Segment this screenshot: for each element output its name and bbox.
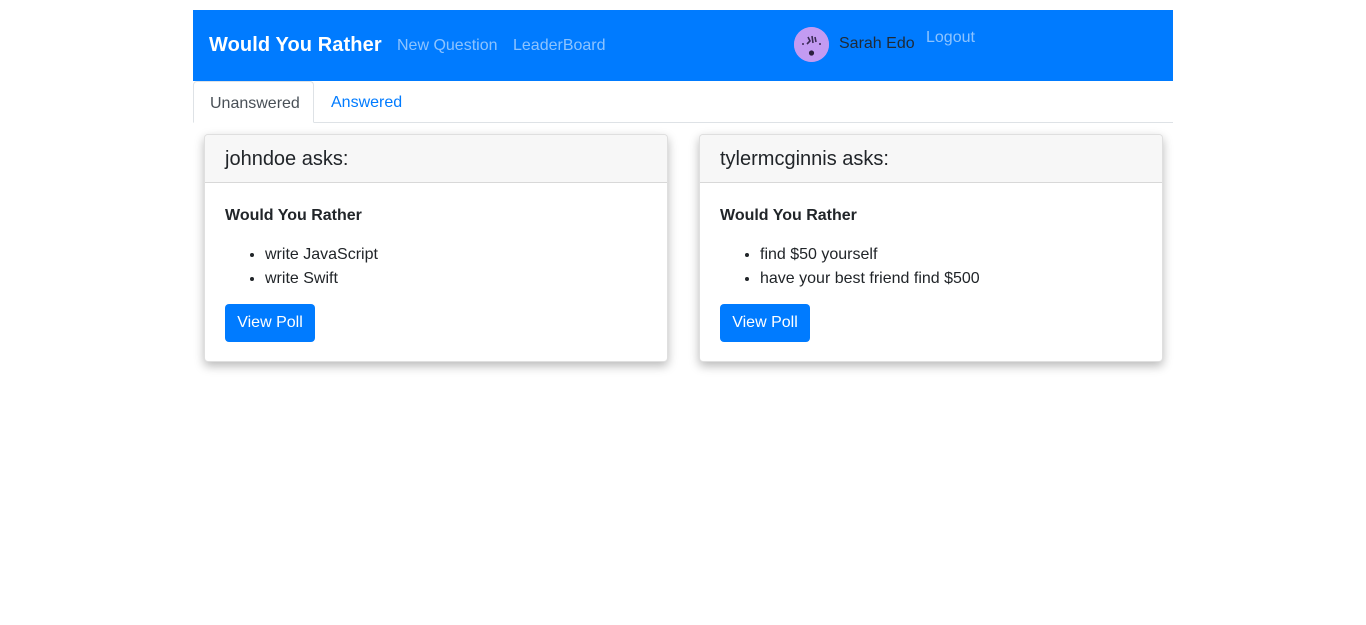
user-name: Sarah Edo: [839, 35, 915, 52]
question-author-header: tylermcginnis asks:: [700, 135, 1162, 183]
option-item: write JavaScript: [265, 243, 647, 267]
question-title: Would You Rather: [720, 207, 857, 224]
avatar-icon: [794, 27, 829, 62]
user-avatar: [794, 27, 829, 62]
question-body: Would You Rather write JavaScript write …: [205, 207, 667, 291]
option-item: find $50 yourself: [760, 243, 1142, 267]
top-navbar: Would You Rather New Question LeaderBoar…: [193, 10, 1173, 81]
question-title: Would You Rather: [225, 207, 362, 224]
app-container: Would You Rather New Question LeaderBoar…: [193, 10, 1173, 362]
option-list: find $50 yourself have your best friend …: [720, 243, 1142, 291]
leaderboard-link[interactable]: LeaderBoard: [513, 37, 606, 55]
question-body: Would You Rather find $50 yourself have …: [700, 207, 1162, 291]
option-item: have your best friend find $500: [760, 267, 1142, 291]
option-item: write Swift: [265, 267, 647, 291]
view-poll-button[interactable]: View Poll: [225, 304, 315, 342]
brand-title[interactable]: Would You Rather: [209, 34, 382, 57]
question-card: tylermcginnis asks: Would You Rather fin…: [699, 134, 1163, 362]
logout-link[interactable]: Logout: [926, 29, 975, 47]
tab-unanswered[interactable]: Unanswered: [193, 81, 314, 123]
question-tabs: Unanswered Answered: [193, 81, 1173, 123]
view-poll-button[interactable]: View Poll: [720, 304, 810, 342]
tab-answered[interactable]: Answered: [315, 81, 418, 122]
question-card: johndoe asks: Would You Rather write Jav…: [204, 134, 668, 362]
new-question-link[interactable]: New Question: [397, 37, 498, 55]
option-list: write JavaScript write Swift: [225, 243, 647, 291]
question-author-header: johndoe asks:: [205, 135, 667, 183]
